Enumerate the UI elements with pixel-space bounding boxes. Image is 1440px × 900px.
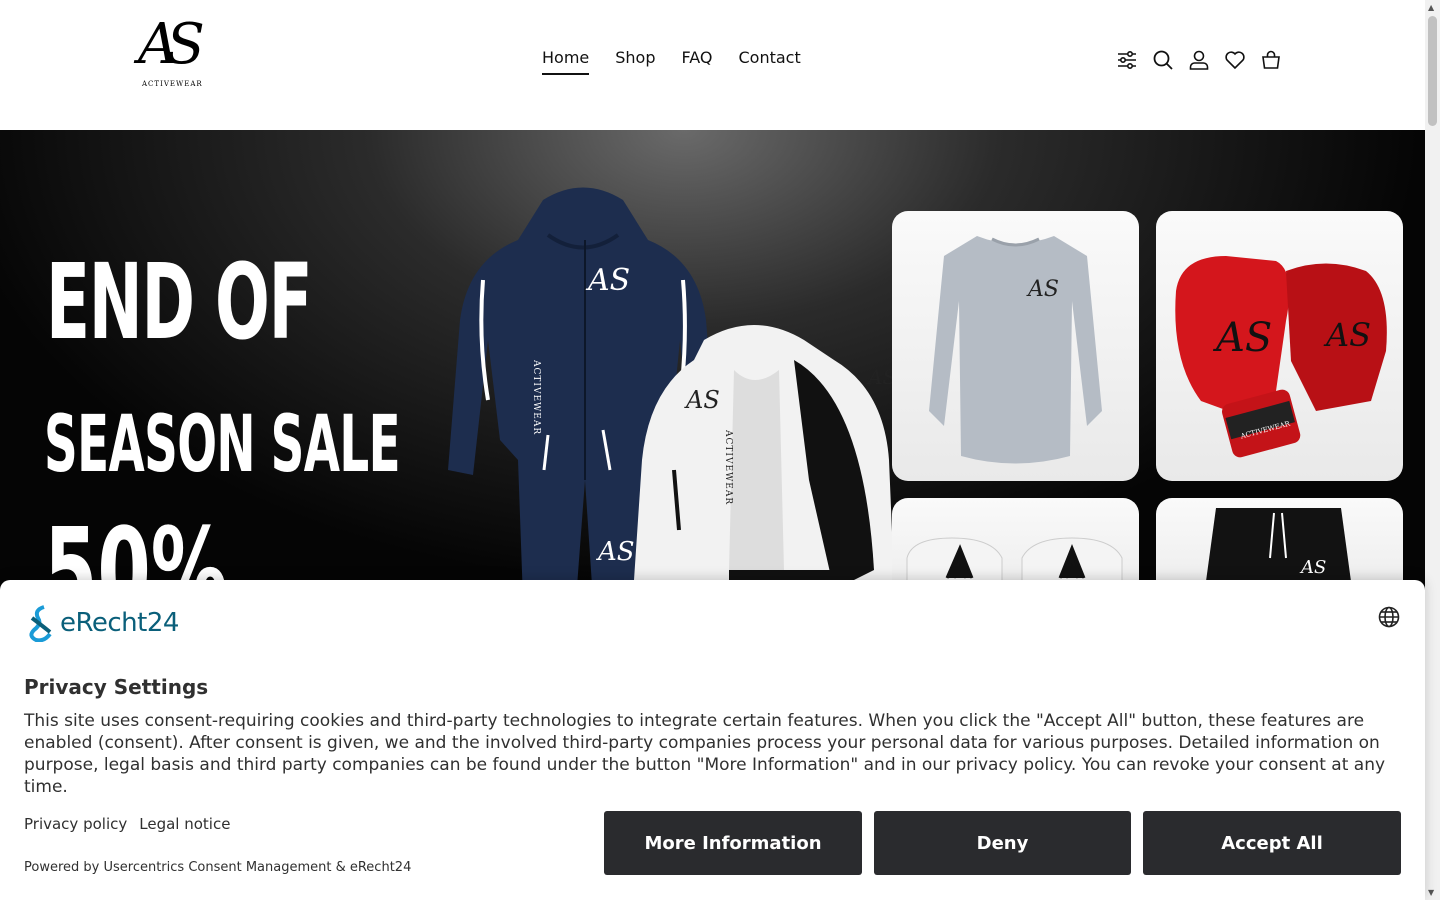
svg-text:AS: AS [585, 263, 630, 298]
page: AS ACTIVEWEAR Home Shop FAQ Contact END … [0, 0, 1440, 900]
consent-links: Privacy policy Legal notice [24, 815, 230, 833]
consent-banner: eRecht24 Privacy Settings This site uses… [0, 580, 1425, 900]
search-icon[interactable] [1152, 48, 1174, 72]
nav-home[interactable]: Home [542, 48, 590, 75]
powered-by-text: Powered by Usercentrics Consent Manageme… [24, 860, 412, 875]
svg-text:AS: AS [1323, 316, 1371, 354]
black-shorts-image: AS [1204, 508, 1353, 590]
legal-notice-link[interactable]: Legal notice [139, 815, 230, 833]
logo-subtitle: ACTIVEWEAR [142, 80, 203, 88]
svg-text:AS: AS [866, 365, 894, 389]
svg-text:ACTIVEWEAR: ACTIVEWEAR [723, 429, 733, 505]
product-tile-shinguards[interactable] [892, 498, 1139, 590]
svg-text:AS: AS [1212, 315, 1272, 361]
grey-longsleeve-image: AS [929, 236, 1102, 464]
nav-shop[interactable]: Shop [615, 48, 655, 75]
account-icon[interactable] [1188, 48, 1210, 72]
svg-text:AS: AS [596, 537, 635, 567]
scroll-up-icon[interactable]: ▲ [1428, 3, 1434, 12]
erecht24-mark-icon [29, 605, 52, 642]
main-nav: Home Shop FAQ Contact [542, 48, 801, 75]
product-tile-shorts[interactable]: AS [1156, 498, 1403, 590]
page-scrollbar[interactable]: ▲ ▼ [1425, 0, 1440, 900]
nav-faq[interactable]: FAQ [682, 48, 713, 75]
cart-icon[interactable] [1260, 48, 1282, 72]
more-information-button[interactable]: More Information [604, 811, 862, 875]
white-hoodie-image: AS AS ACTIVEWEAR [634, 325, 894, 590]
scroll-down-icon[interactable]: ▼ [1428, 888, 1434, 897]
language-globe-icon[interactable] [1378, 606, 1400, 632]
svg-text:AS: AS [1026, 277, 1059, 302]
logo-monogram: AS [138, 12, 205, 77]
privacy-settings-title: Privacy Settings [24, 675, 209, 699]
site-header: AS ACTIVEWEAR Home Shop FAQ Contact [0, 0, 1425, 130]
filter-icon[interactable] [1116, 48, 1138, 72]
wishlist-icon[interactable] [1224, 48, 1246, 72]
deny-button[interactable]: Deny [874, 811, 1131, 875]
privacy-description: This site uses consent-requiring cookies… [24, 711, 1386, 797]
svg-text:AS: AS [1299, 557, 1326, 578]
red-mma-gloves-image: AS AS ACTIVEWEAR [1175, 256, 1387, 458]
shinguards-image [906, 537, 1123, 590]
erecht24-logo: eRecht24 [24, 604, 179, 642]
privacy-policy-link[interactable]: Privacy policy [24, 815, 127, 833]
site-logo[interactable]: AS ACTIVEWEAR [138, 12, 222, 102]
erecht24-wordmark: eRecht24 [60, 608, 179, 638]
svg-text:ACTIVEWEAR: ACTIVEWEAR [531, 359, 541, 435]
hero-banner[interactable]: END OF SEASON SALE 50% AS AS ACTIVEWEAR … [0, 130, 1425, 590]
svg-text:AS: AS [684, 386, 720, 414]
product-tile-longsleeve[interactable]: AS [892, 211, 1139, 481]
hero-discount: 50% [44, 502, 228, 590]
hero-heading-line1: END OF [46, 241, 313, 363]
nav-contact[interactable]: Contact [739, 48, 801, 75]
accept-all-button[interactable]: Accept All [1143, 811, 1401, 875]
hero-heading-line2: SEASON SALE [44, 400, 401, 490]
header-actions [1116, 48, 1282, 72]
scrollbar-thumb[interactable] [1428, 16, 1437, 126]
product-tile-gloves[interactable]: AS AS ACTIVEWEAR [1156, 211, 1403, 481]
